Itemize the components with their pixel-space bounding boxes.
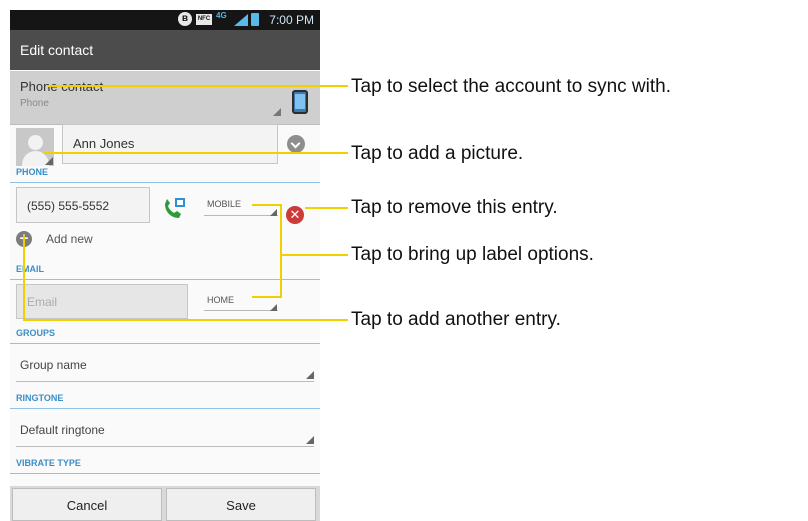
leader-line-label bbox=[252, 204, 348, 256]
leader-line-add bbox=[23, 235, 348, 321]
leader-line-label-home bbox=[252, 255, 282, 298]
callout-label: Tap to bring up label options. bbox=[351, 244, 594, 265]
callout-picture: Tap to add a picture. bbox=[351, 143, 524, 164]
callout-account: Tap to select the account to sync with. bbox=[351, 76, 672, 97]
callout-remove: Tap to remove this entry. bbox=[351, 197, 558, 218]
callout-add: Tap to add another entry. bbox=[351, 309, 561, 330]
